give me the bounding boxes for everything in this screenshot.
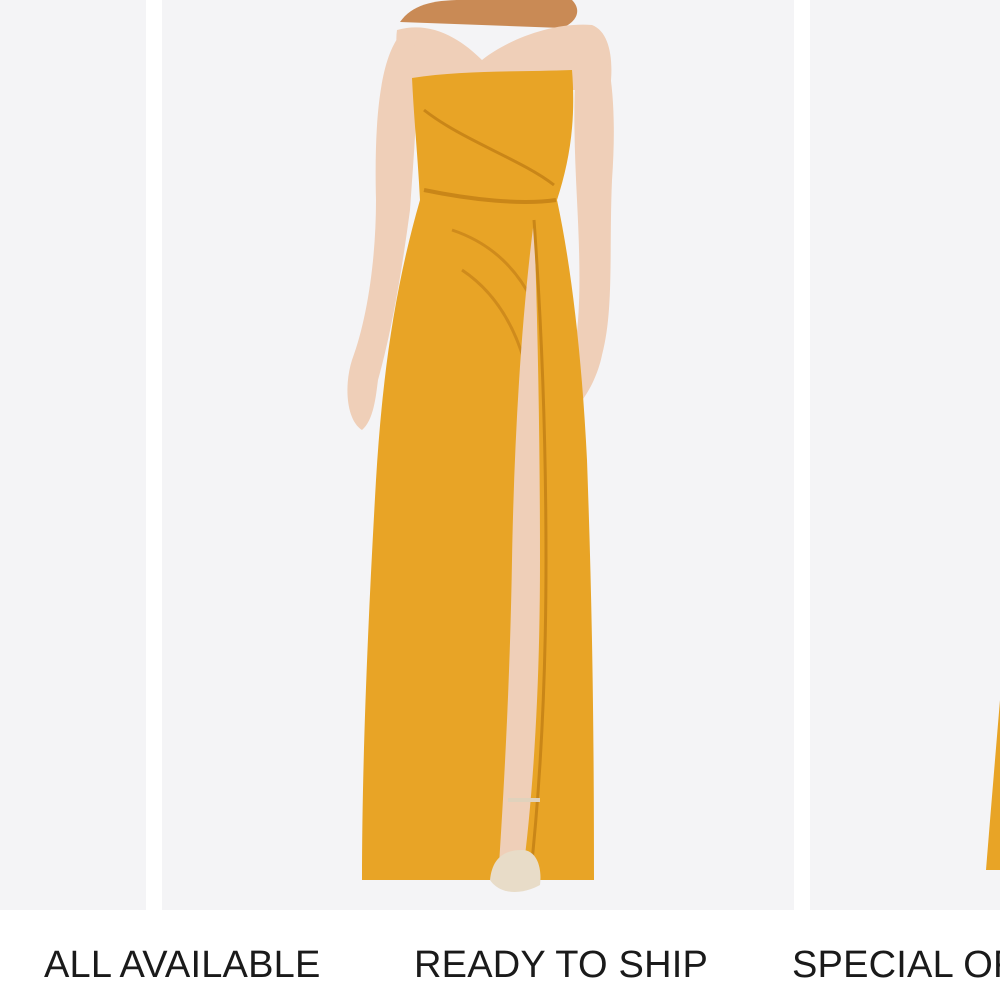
partial-dress-illustration bbox=[986, 700, 1000, 870]
product-image-right[interactable] bbox=[810, 0, 1000, 910]
hair-shape bbox=[400, 0, 578, 28]
product-carousel: ALL AVAILABLE READY TO SHIP SPECIAL OFFE… bbox=[0, 0, 1000, 1000]
category-tabs: ALL AVAILABLE READY TO SHIP SPECIAL OFFE… bbox=[0, 910, 1000, 1000]
product-image-left[interactable] bbox=[0, 0, 146, 910]
tab-all-available[interactable]: ALL AVAILABLE bbox=[44, 946, 321, 984]
tab-ready-to-ship[interactable]: READY TO SHIP bbox=[414, 946, 708, 984]
dress-illustration bbox=[347, 0, 614, 892]
product-image-main[interactable] bbox=[162, 0, 794, 910]
tab-special-offers[interactable]: SPECIAL OFFERS bbox=[792, 946, 1000, 984]
